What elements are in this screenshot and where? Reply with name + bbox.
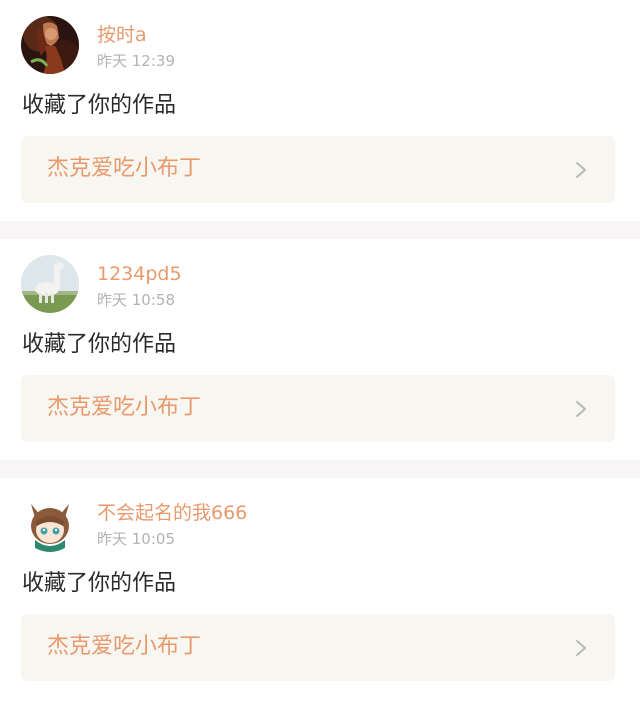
action-text: 收藏了你的作品 <box>22 332 177 357</box>
alpaca-avatar-image <box>21 255 79 313</box>
username[interactable]: 按时a <box>97 23 147 47</box>
timestamp: 昨天 10:05 <box>97 530 175 548</box>
work-title: 杰克爱吃小布丁 <box>47 156 202 181</box>
avatar[interactable] <box>21 494 79 552</box>
notification-feed: 按时a 昨天 12:39 收藏了你的作品 杰克爱吃小布丁 1234pd5 昨天 … <box>0 0 640 699</box>
avatar[interactable] <box>21 16 79 74</box>
action-text: 收藏了你的作品 <box>22 93 177 118</box>
avatar[interactable] <box>21 255 79 313</box>
action-text: 收藏了你的作品 <box>22 571 177 596</box>
divider <box>0 221 640 239</box>
anime-cat-girl-avatar-image <box>21 494 79 552</box>
work-link-card[interactable]: 杰克爱吃小布丁 <box>21 375 615 442</box>
work-title: 杰克爱吃小布丁 <box>47 634 202 659</box>
username[interactable]: 不会起名的我666 <box>97 501 247 525</box>
chevron-right-icon <box>576 401 586 417</box>
chevron-right-icon <box>576 162 586 178</box>
timestamp: 昨天 10:58 <box>97 291 175 309</box>
notification-item: 按时a 昨天 12:39 收藏了你的作品 杰克爱吃小布丁 <box>0 0 640 221</box>
work-link-card[interactable]: 杰克爱吃小布丁 <box>21 614 615 681</box>
work-link-card[interactable]: 杰克爱吃小布丁 <box>21 136 615 203</box>
notification-item: 不会起名的我666 昨天 10:05 收藏了你的作品 杰克爱吃小布丁 <box>0 478 640 699</box>
divider <box>0 460 640 478</box>
notification-item: 1234pd5 昨天 10:58 收藏了你的作品 杰克爱吃小布丁 <box>0 239 640 460</box>
username[interactable]: 1234pd5 <box>97 262 182 286</box>
work-title: 杰克爱吃小布丁 <box>47 395 202 420</box>
timestamp: 昨天 12:39 <box>97 52 175 70</box>
fantasy-warrior-avatar-image <box>21 16 79 74</box>
chevron-right-icon <box>576 640 586 656</box>
